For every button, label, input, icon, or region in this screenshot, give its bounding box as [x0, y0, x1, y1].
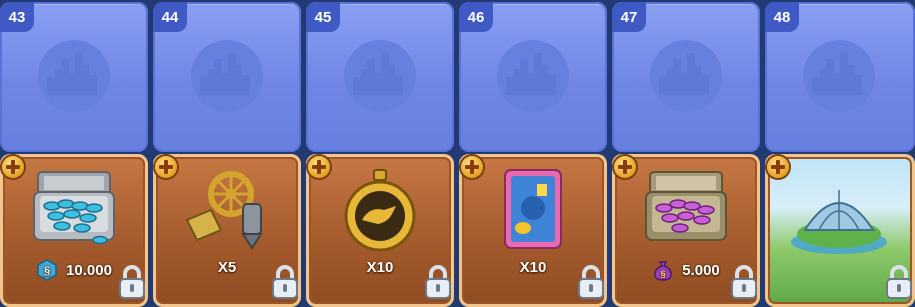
plus-icon[interactable]: [614, 156, 636, 178]
reward-slot-46[interactable]: 46 X10: [459, 0, 607, 307]
reward-amount: X10: [519, 259, 547, 276]
lock-icon: [272, 265, 298, 299]
slot-number-badge: 44: [153, 2, 187, 32]
city-skyline-icon: [650, 40, 722, 112]
reward-slot-45[interactable]: 45 X10: [306, 0, 454, 307]
blue-coins-briefcase-icon: [33, 171, 115, 245]
city-skyline-icon: [803, 40, 875, 112]
lock-icon: [425, 265, 451, 299]
reward-amount: 5.000: [682, 261, 720, 279]
reward-slot-47[interactable]: 47 § 5.000: [612, 0, 760, 307]
reward-slot-44[interactable]: 44 X5: [153, 0, 301, 307]
reward-amount: 10.000: [66, 261, 112, 279]
lock-icon: [119, 265, 145, 299]
city-skyline-icon: [191, 40, 263, 112]
trading-card-icon: [504, 169, 562, 249]
lock-icon: [886, 265, 912, 299]
reward-amount: X5: [217, 259, 237, 276]
slot-number-badge: 46: [459, 2, 493, 32]
purple-coins-briefcase-icon: [645, 171, 727, 241]
city-skyline-icon: [38, 40, 110, 112]
city-skyline-icon: [344, 40, 416, 112]
plus-icon[interactable]: [461, 156, 483, 178]
reward-slot-48[interactable]: 48: [765, 0, 915, 307]
lock-icon: [731, 265, 757, 299]
slot-number-badge: 48: [765, 2, 799, 32]
purple-money-bag-icon: §: [654, 261, 673, 281]
svg-text:§: §: [661, 269, 666, 279]
reward-amount: X10: [366, 259, 394, 276]
svg-text:§: §: [44, 265, 50, 277]
plus-icon[interactable]: [2, 156, 24, 178]
slot-number-badge: 47: [612, 2, 646, 32]
plus-icon[interactable]: [155, 156, 177, 178]
panther-stopwatch-icon: [344, 169, 416, 252]
simcash-icon: §: [37, 259, 57, 281]
slot-number-badge: 45: [306, 2, 340, 32]
reward-slot-43[interactable]: 43 § 10.000: [0, 0, 148, 307]
plus-icon[interactable]: [308, 156, 330, 178]
excavator-tool-icon: [185, 171, 263, 250]
slot-number-badge: 43: [0, 2, 34, 32]
city-skyline-icon: [497, 40, 569, 112]
dome-building-image: [791, 190, 887, 254]
lock-icon: [578, 265, 604, 299]
